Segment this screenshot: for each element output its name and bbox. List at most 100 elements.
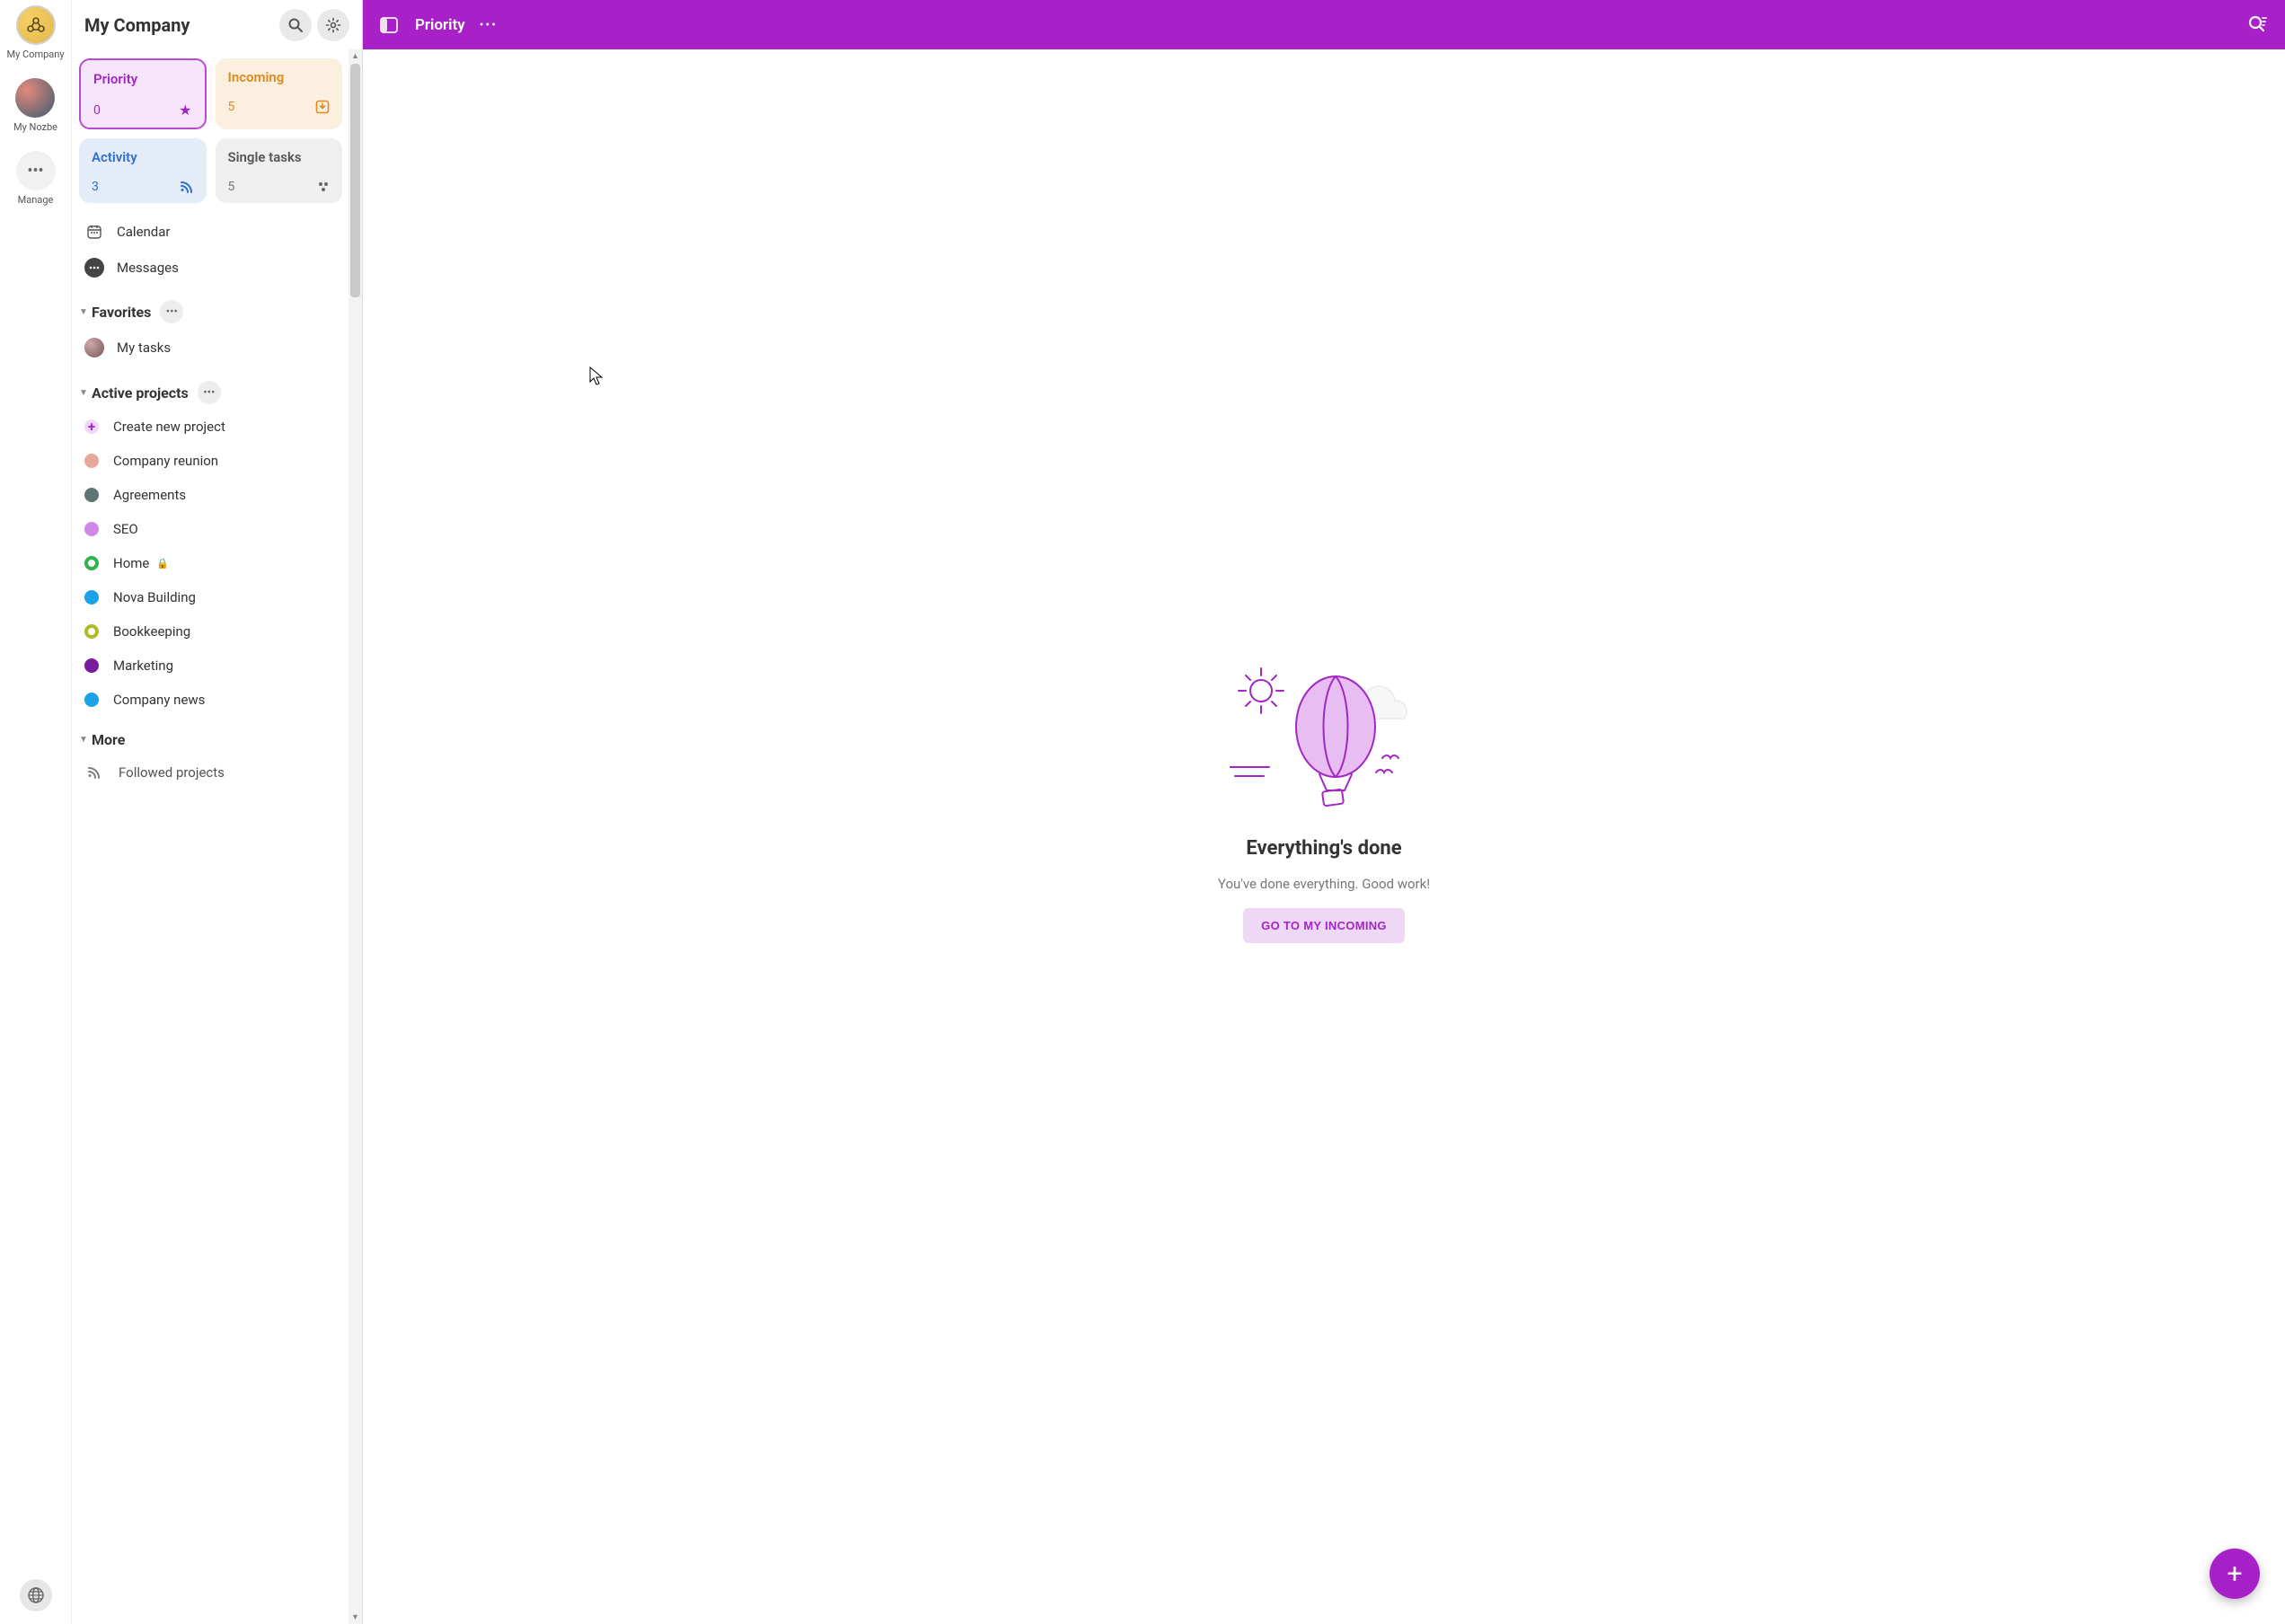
project-label: Nova Building (113, 589, 196, 605)
rss-icon (84, 763, 104, 782)
inbox-icon (315, 100, 330, 114)
tile-count: 5 (228, 180, 235, 194)
add-task-fab[interactable]: + (2210, 1549, 2260, 1599)
section-active-projects[interactable]: ▼ Active projects ••• (79, 381, 355, 404)
nav-label: Calendar (117, 224, 171, 240)
tile-incoming[interactable]: Incoming 5 (216, 58, 343, 129)
globe-button[interactable] (20, 1579, 52, 1611)
topbar: Priority ••• (363, 0, 2285, 49)
workspace-label: Manage (18, 194, 54, 206)
search-filter-icon (2247, 14, 2269, 36)
project-row[interactable]: Marketing (79, 649, 342, 683)
create-new-project[interactable]: + Create new project (79, 410, 342, 444)
settings-button[interactable] (317, 9, 349, 41)
tile-count: 3 (92, 180, 99, 194)
nav-calendar[interactable]: Calendar (79, 214, 342, 250)
tile-priority[interactable]: Priority 0 ★ (79, 58, 207, 129)
project-label: Home (113, 555, 149, 571)
project-color-dot (84, 658, 99, 673)
section-title: Favorites (92, 304, 151, 321)
tile-title: Activity (92, 149, 194, 165)
workspace-rail: My Company My Nozbe ••• Manage (0, 0, 72, 1624)
section-more[interactable]: ▼ More (79, 731, 355, 748)
star-icon: ★ (179, 102, 191, 119)
plus-icon: + (84, 419, 99, 434)
topbar-more-button[interactable]: ••• (480, 18, 498, 32)
plus-icon: + (2227, 1558, 2242, 1590)
summary-tiles: Priority 0 ★ Incoming 5 (79, 58, 355, 203)
topbar-title: Priority (415, 16, 465, 34)
project-row[interactable]: SEO (79, 512, 342, 546)
project-row[interactable]: Home 🔒 (79, 546, 342, 580)
tile-title: Single tasks (228, 149, 331, 165)
collapse-sidebar-button[interactable] (379, 15, 399, 35)
workspace-avatar-nozbe (15, 78, 55, 118)
avatar (84, 338, 104, 357)
tile-count: 5 (228, 100, 235, 114)
chat-icon (84, 258, 104, 278)
project-label: Company reunion (113, 453, 218, 469)
empty-title: Everything's done (1246, 837, 1401, 860)
favorite-label: My tasks (117, 340, 171, 356)
empty-subtitle: You've done everything. Good work! (1218, 876, 1430, 892)
sidebar-body: ▲ ▼ Priority 0 ★ Incoming 5 (72, 49, 362, 1624)
project-color-dot (84, 624, 99, 639)
project-color-dot (84, 454, 99, 468)
section-title: More (92, 731, 125, 748)
favorite-my-tasks[interactable]: My tasks (79, 329, 342, 366)
project-row[interactable]: Nova Building (79, 580, 342, 614)
followed-projects[interactable]: Followed projects (79, 754, 342, 791)
scroll-thumb[interactable] (350, 64, 360, 297)
workspace-avatar-company (16, 5, 56, 45)
lock-icon: 🔒 (156, 558, 169, 569)
scrollbar[interactable]: ▲ ▼ (348, 49, 362, 1624)
search-button[interactable] (279, 9, 312, 41)
scroll-down-icon[interactable]: ▼ (348, 1611, 362, 1624)
caret-down-icon: ▼ (79, 735, 92, 745)
nav-messages[interactable]: Messages (79, 250, 342, 286)
project-row[interactable]: Company news (79, 683, 342, 717)
project-color-dot (84, 590, 99, 605)
workspace-item-nozbe[interactable]: My Nozbe (13, 78, 57, 133)
project-color-dot (84, 488, 99, 502)
section-title: Active projects (92, 384, 189, 402)
workspace-item-company[interactable]: My Company (6, 5, 64, 60)
project-label: Marketing (113, 658, 173, 674)
section-more-button[interactable]: ••• (160, 300, 183, 323)
nav-label: Messages (117, 260, 179, 276)
tile-single-tasks[interactable]: Single tasks 5 (216, 138, 343, 203)
section-more-button[interactable]: ••• (198, 381, 221, 404)
filter-button[interactable] (2247, 14, 2269, 36)
go-to-incoming-button[interactable]: GO TO MY INCOMING (1243, 908, 1405, 943)
gear-icon (325, 17, 341, 33)
sidebar-title: My Company (84, 14, 274, 36)
dots-cluster-icon (317, 181, 330, 193)
create-label: Create new project (113, 419, 225, 435)
tile-title: Priority (93, 71, 192, 87)
main-panel: Priority ••• (363, 0, 2285, 1624)
scroll-up-icon[interactable]: ▲ (348, 49, 362, 63)
project-color-dot (84, 522, 99, 536)
sidebar-header: My Company (72, 0, 362, 49)
sidebar-toggle-icon (379, 15, 399, 35)
project-label: Agreements (113, 487, 186, 503)
calendar-icon (84, 222, 104, 242)
tile-title: Incoming (228, 69, 331, 85)
project-row[interactable]: Company reunion (79, 444, 342, 478)
search-icon (287, 17, 304, 33)
section-favorites[interactable]: ▼ Favorites ••• (79, 300, 355, 323)
tile-activity[interactable]: Activity 3 (79, 138, 207, 203)
empty-state: Everything's done You've done everything… (363, 49, 2285, 1624)
project-label: Bookkeeping (113, 623, 190, 640)
project-color-dot (84, 693, 99, 707)
workspace-item-manage[interactable]: ••• Manage (16, 151, 56, 206)
caret-down-icon: ▼ (79, 307, 92, 317)
project-label: SEO (113, 521, 138, 537)
followed-label: Followed projects (119, 764, 225, 781)
project-row[interactable]: Bookkeeping (79, 614, 342, 649)
project-row[interactable]: Agreements (79, 478, 342, 512)
project-label: Company news (113, 692, 205, 708)
rss-icon (180, 180, 194, 194)
empty-state-illustration (1230, 659, 1418, 821)
tile-count: 0 (93, 103, 101, 118)
